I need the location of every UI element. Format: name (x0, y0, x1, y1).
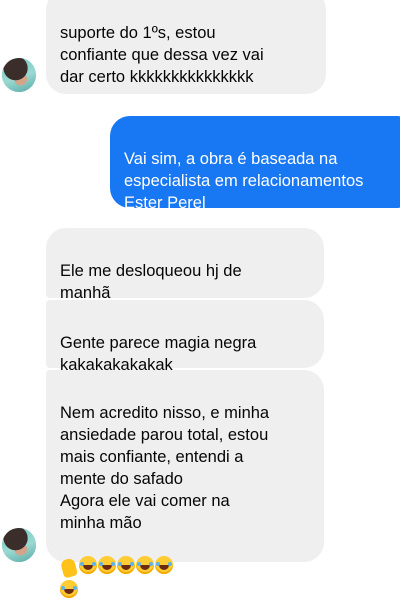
message-text: Gente parece magia negra kakakakakakak (60, 334, 257, 374)
message-text: Ele me desloqueou hj de manhã (60, 262, 242, 302)
outgoing-message[interactable]: Vai sim, a obra é baseada na especialist… (110, 116, 400, 212)
tears-of-joy-emoji (117, 556, 135, 574)
incoming-message[interactable]: Gente parece magia negra kakakakakakak (46, 300, 324, 374)
message-text: Vai sim, a obra é baseada na especialist… (124, 150, 364, 212)
emoji-row (59, 534, 174, 604)
incoming-message[interactable]: Ele me desloqueou hj de manhã (46, 228, 324, 302)
tears-of-joy-emoji (60, 580, 78, 598)
message-text: Nem acredito nisso, e minha ansiedade pa… (60, 404, 270, 532)
raised-hand-emoji (59, 557, 79, 579)
tears-of-joy-emoji (136, 556, 154, 574)
tears-of-joy-emoji (98, 556, 116, 574)
avatar-photo (2, 528, 36, 562)
avatar-photo (2, 58, 36, 92)
incoming-message[interactable]: suporte do 1ºs, estou confiante que dess… (46, 0, 326, 94)
incoming-message[interactable]: Nem acredito nisso, e minha ansiedade pa… (46, 370, 324, 598)
tears-of-joy-emoji (155, 556, 173, 574)
sender-avatar[interactable] (2, 58, 36, 92)
tears-of-joy-emoji (79, 556, 97, 574)
sender-avatar[interactable] (2, 528, 36, 562)
message-text: suporte do 1ºs, estou confiante que dess… (60, 24, 264, 86)
